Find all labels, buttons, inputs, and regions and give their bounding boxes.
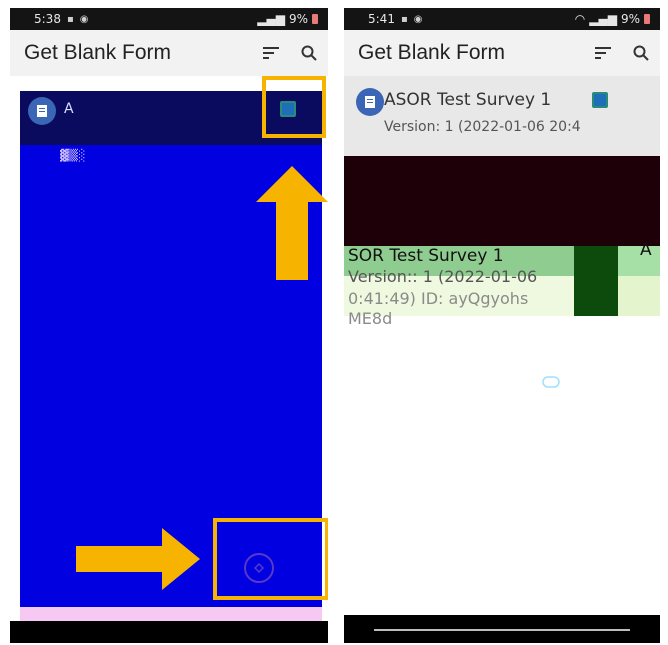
- status-bar: 5:38 ▪ ◉ ▂▄▆ 9%: [10, 8, 328, 30]
- arrow-right-icon: [76, 528, 200, 590]
- checkbox-highlight-box: [262, 76, 326, 138]
- fab-icon[interactable]: [542, 376, 560, 388]
- location-icon: ◉: [79, 13, 89, 25]
- bottom-strip: [20, 607, 322, 621]
- glitch-block: [618, 276, 660, 316]
- battery-icon: [312, 14, 318, 24]
- arrow-up-icon: [256, 166, 328, 280]
- form-name[interactable]: SOR Test Survey 1: [348, 246, 504, 266]
- app-bar: Get Blank Form: [10, 30, 328, 76]
- glitch-artifact: ▓▒░: [60, 149, 86, 162]
- notification-icon: ▪: [66, 13, 74, 25]
- search-icon: [633, 45, 649, 61]
- app-bar: Get Blank Form: [344, 30, 660, 76]
- battery-icon: [644, 14, 650, 24]
- form-version: Version: 1 (2022-01-06 20:4: [384, 119, 581, 135]
- status-time: 5:41: [368, 12, 395, 26]
- checkbox-icon[interactable]: [592, 92, 608, 108]
- signal-icon: ▂▄▆: [257, 12, 285, 26]
- form-list: ASOR Test Survey 1 Version: 1 (2022-01-0…: [344, 76, 660, 643]
- left-phone-screenshot: 5:38 ▪ ◉ ▂▄▆ 9% Get Blank Form A ▓▒░: [10, 8, 328, 643]
- sort-button[interactable]: [584, 34, 622, 72]
- glitch-block: [574, 246, 618, 316]
- navigation-bar: [344, 615, 660, 643]
- right-phone-screenshot: 5:41 ▪ ◉ ◠ ▂▄▆ 9% Get Blank Form ASOR Te…: [344, 8, 660, 643]
- wifi-icon: ◠: [574, 12, 586, 26]
- form-name-fragment: A: [640, 240, 652, 260]
- navigation-bar: [10, 621, 328, 643]
- form-icon: [28, 97, 56, 125]
- form-id: 0:41:49) ID: ayQgyohs: [348, 289, 529, 308]
- status-bar: 5:41 ▪ ◉ ◠ ▂▄▆ 9%: [344, 8, 660, 30]
- form-icon: [356, 88, 384, 116]
- glitch-block: [618, 246, 660, 276]
- battery-percent: 9%: [288, 12, 308, 26]
- search-icon: [301, 45, 317, 61]
- sort-button[interactable]: [252, 34, 290, 72]
- fab-highlight-box: [213, 518, 328, 600]
- form-name: A: [64, 101, 74, 117]
- signal-icon: ▂▄▆: [589, 12, 617, 26]
- list-item[interactable]: ASOR Test Survey 1 Version: 1 (2022-01-0…: [344, 76, 660, 156]
- page-title: Get Blank Form: [24, 41, 172, 64]
- search-button[interactable]: [622, 34, 660, 72]
- search-button[interactable]: [290, 34, 328, 72]
- sort-icon: [263, 47, 279, 59]
- form-id-continued: ME8d: [348, 309, 393, 328]
- notification-icon: ▪: [400, 13, 408, 25]
- sort-icon: [595, 47, 611, 59]
- form-version: Version:: 1 (2022-01-06: [348, 267, 538, 286]
- battery-percent: 9%: [620, 12, 640, 26]
- status-time: 5:38: [34, 12, 61, 26]
- corrupted-screen-region: [344, 156, 660, 246]
- page-title: Get Blank Form: [358, 41, 506, 64]
- location-icon: ◉: [413, 13, 423, 25]
- form-name: ASOR Test Survey 1: [384, 90, 552, 110]
- nav-handle[interactable]: [374, 629, 630, 631]
